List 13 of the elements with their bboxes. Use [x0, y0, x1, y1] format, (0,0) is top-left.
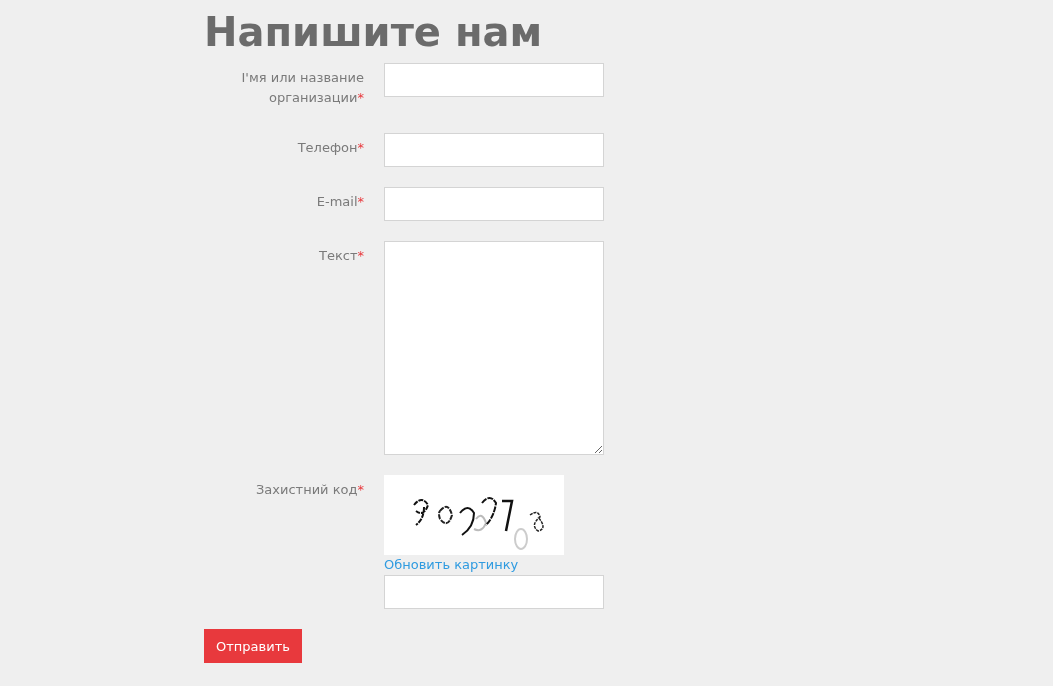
text-field[interactable]: [384, 133, 604, 167]
text-field[interactable]: [384, 187, 604, 221]
field-label: Захистний код*: [256, 482, 364, 497]
refresh-picture-link[interactable]: Обновить картинку: [384, 555, 519, 575]
text-field[interactable]: [384, 63, 604, 97]
submit-button[interactable]: Отправить: [204, 629, 302, 663]
field-label: І'мя или название организации*: [241, 70, 364, 105]
field-label: Текст*: [319, 248, 364, 263]
code-field[interactable]: [384, 575, 604, 609]
field-label: Телефон*: [297, 140, 364, 155]
message-field[interactable]: [384, 241, 604, 455]
page-heading: Напишите нам: [204, 8, 543, 57]
field-label: E-mail*: [316, 194, 364, 209]
